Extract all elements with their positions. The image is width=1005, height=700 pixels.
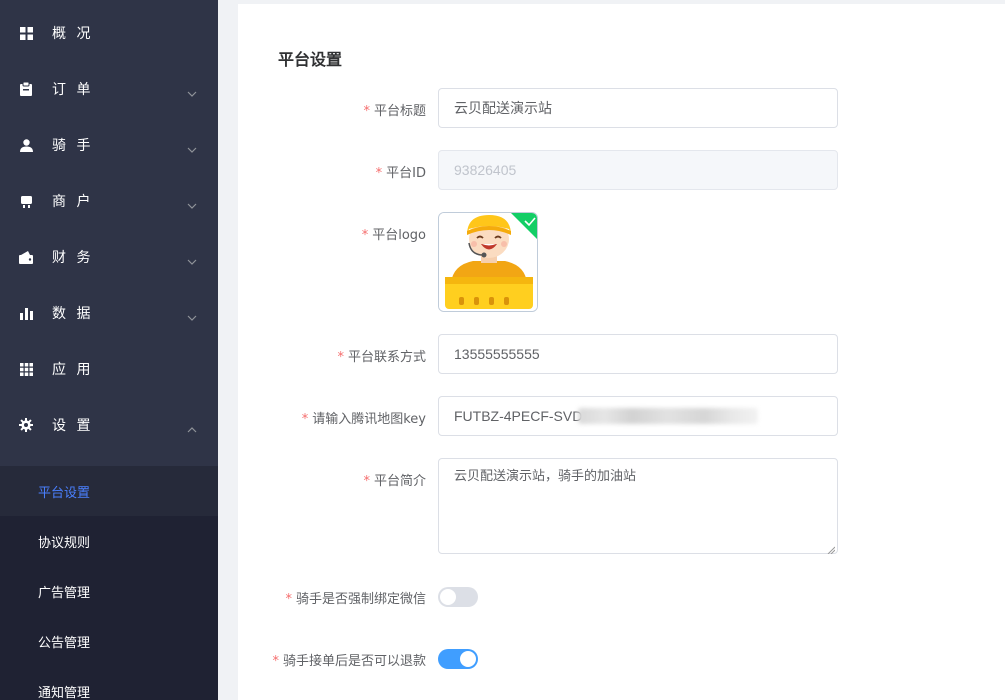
redacted-key-blur (578, 408, 758, 424)
chevron-down-icon (187, 252, 197, 265)
menu-item-finance[interactable]: 财 务 (0, 229, 218, 285)
chevron-down-icon (187, 84, 197, 97)
submenu-item-notification-management[interactable]: 通知管理 (0, 666, 218, 700)
platform-id-input: 93826405 (438, 150, 838, 190)
submenu-label: 通知管理 (38, 685, 91, 700)
menu-item-data[interactable]: 数 据 (0, 285, 218, 341)
apps-grid-icon (19, 362, 33, 376)
gear-icon (19, 418, 33, 432)
menu-label: 商 户 (52, 194, 94, 210)
field-label-map-key: * 请输入腾讯地图key (301, 412, 426, 427)
field-label-contact: * 平台联系方式 (337, 350, 426, 365)
required-mark: * (301, 412, 309, 427)
required-mark: * (337, 350, 344, 365)
submenu-item-announcement-management[interactable]: 公告管理 (0, 616, 218, 666)
shop-icon (19, 194, 33, 208)
courier-logo-image (439, 213, 537, 311)
required-mark: * (285, 592, 292, 607)
submenu-label: 协议规则 (38, 535, 91, 551)
platform-contact-input[interactable]: 13555555555 (438, 334, 838, 374)
chevron-down-icon (187, 308, 197, 321)
required-mark: * (375, 166, 383, 181)
menu-label: 订 单 (52, 82, 94, 98)
platform-intro-textarea[interactable]: 云贝配送演示站，骑手的加油站 (438, 458, 838, 555)
bar-chart-icon (19, 306, 33, 320)
required-mark: * (361, 228, 369, 243)
field-label-intro: * 平台简介 (363, 474, 426, 489)
submenu-label: 广告管理 (38, 585, 91, 601)
submenu-item-ad-management[interactable]: 广告管理 (0, 566, 218, 616)
field-label-logo: * 平台logo (361, 228, 426, 243)
menu-item-riders[interactable]: 骑 手 (0, 117, 218, 173)
menu-label: 概 况 (52, 26, 94, 42)
field-label-id: * 平台ID (375, 166, 426, 181)
chevron-down-icon (187, 140, 197, 153)
logo-upload[interactable] (438, 212, 538, 312)
menu-label: 财 务 (52, 250, 94, 266)
clipboard-icon (19, 82, 33, 96)
refund-after-accept-switch[interactable] (438, 649, 478, 669)
platform-title-input[interactable]: 云贝配送演示站 (438, 88, 838, 128)
submenu-label: 公告管理 (38, 635, 91, 651)
force-wechat-switch[interactable] (438, 587, 478, 607)
required-mark: * (363, 104, 370, 119)
sidebar: 概 况 订 单 骑 手 商 户 财 务 数 据 应 用 设 置 平台设置 协议规… (0, 0, 218, 700)
menu-item-apps[interactable]: 应 用 (0, 341, 218, 397)
required-mark: * (272, 654, 279, 669)
switch-knob (440, 589, 456, 605)
required-mark: * (363, 474, 370, 489)
submenu-item-platform-settings[interactable]: 平台设置 (0, 466, 218, 516)
field-label-title: * 平台标题 (363, 104, 426, 119)
submenu-item-agreement-rules[interactable]: 协议规则 (0, 516, 218, 566)
wallet-icon (19, 250, 33, 264)
switch-knob (460, 651, 476, 667)
user-icon (19, 138, 33, 152)
menu-item-orders[interactable]: 订 单 (0, 61, 218, 117)
field-label-refund: * 骑手接单后是否可以退款 (272, 654, 426, 669)
menu-label: 骑 手 (52, 138, 94, 154)
field-label-force-wechat: * 骑手是否强制绑定微信 (285, 592, 426, 607)
menu-item-overview[interactable]: 概 况 (0, 5, 218, 61)
menu-label: 应 用 (52, 362, 94, 378)
menu-label: 设 置 (52, 418, 94, 434)
submenu-label: 平台设置 (38, 485, 91, 501)
chevron-up-icon (187, 420, 197, 433)
menu-label: 数 据 (52, 306, 94, 322)
menu-item-merchants[interactable]: 商 户 (0, 173, 218, 229)
dashboard-grid-icon (19, 26, 33, 40)
page-title: 平台设置 (278, 50, 343, 69)
menu-item-settings[interactable]: 设 置 (0, 397, 218, 453)
chevron-down-icon (187, 196, 197, 209)
resize-handle-icon[interactable] (827, 543, 836, 555)
